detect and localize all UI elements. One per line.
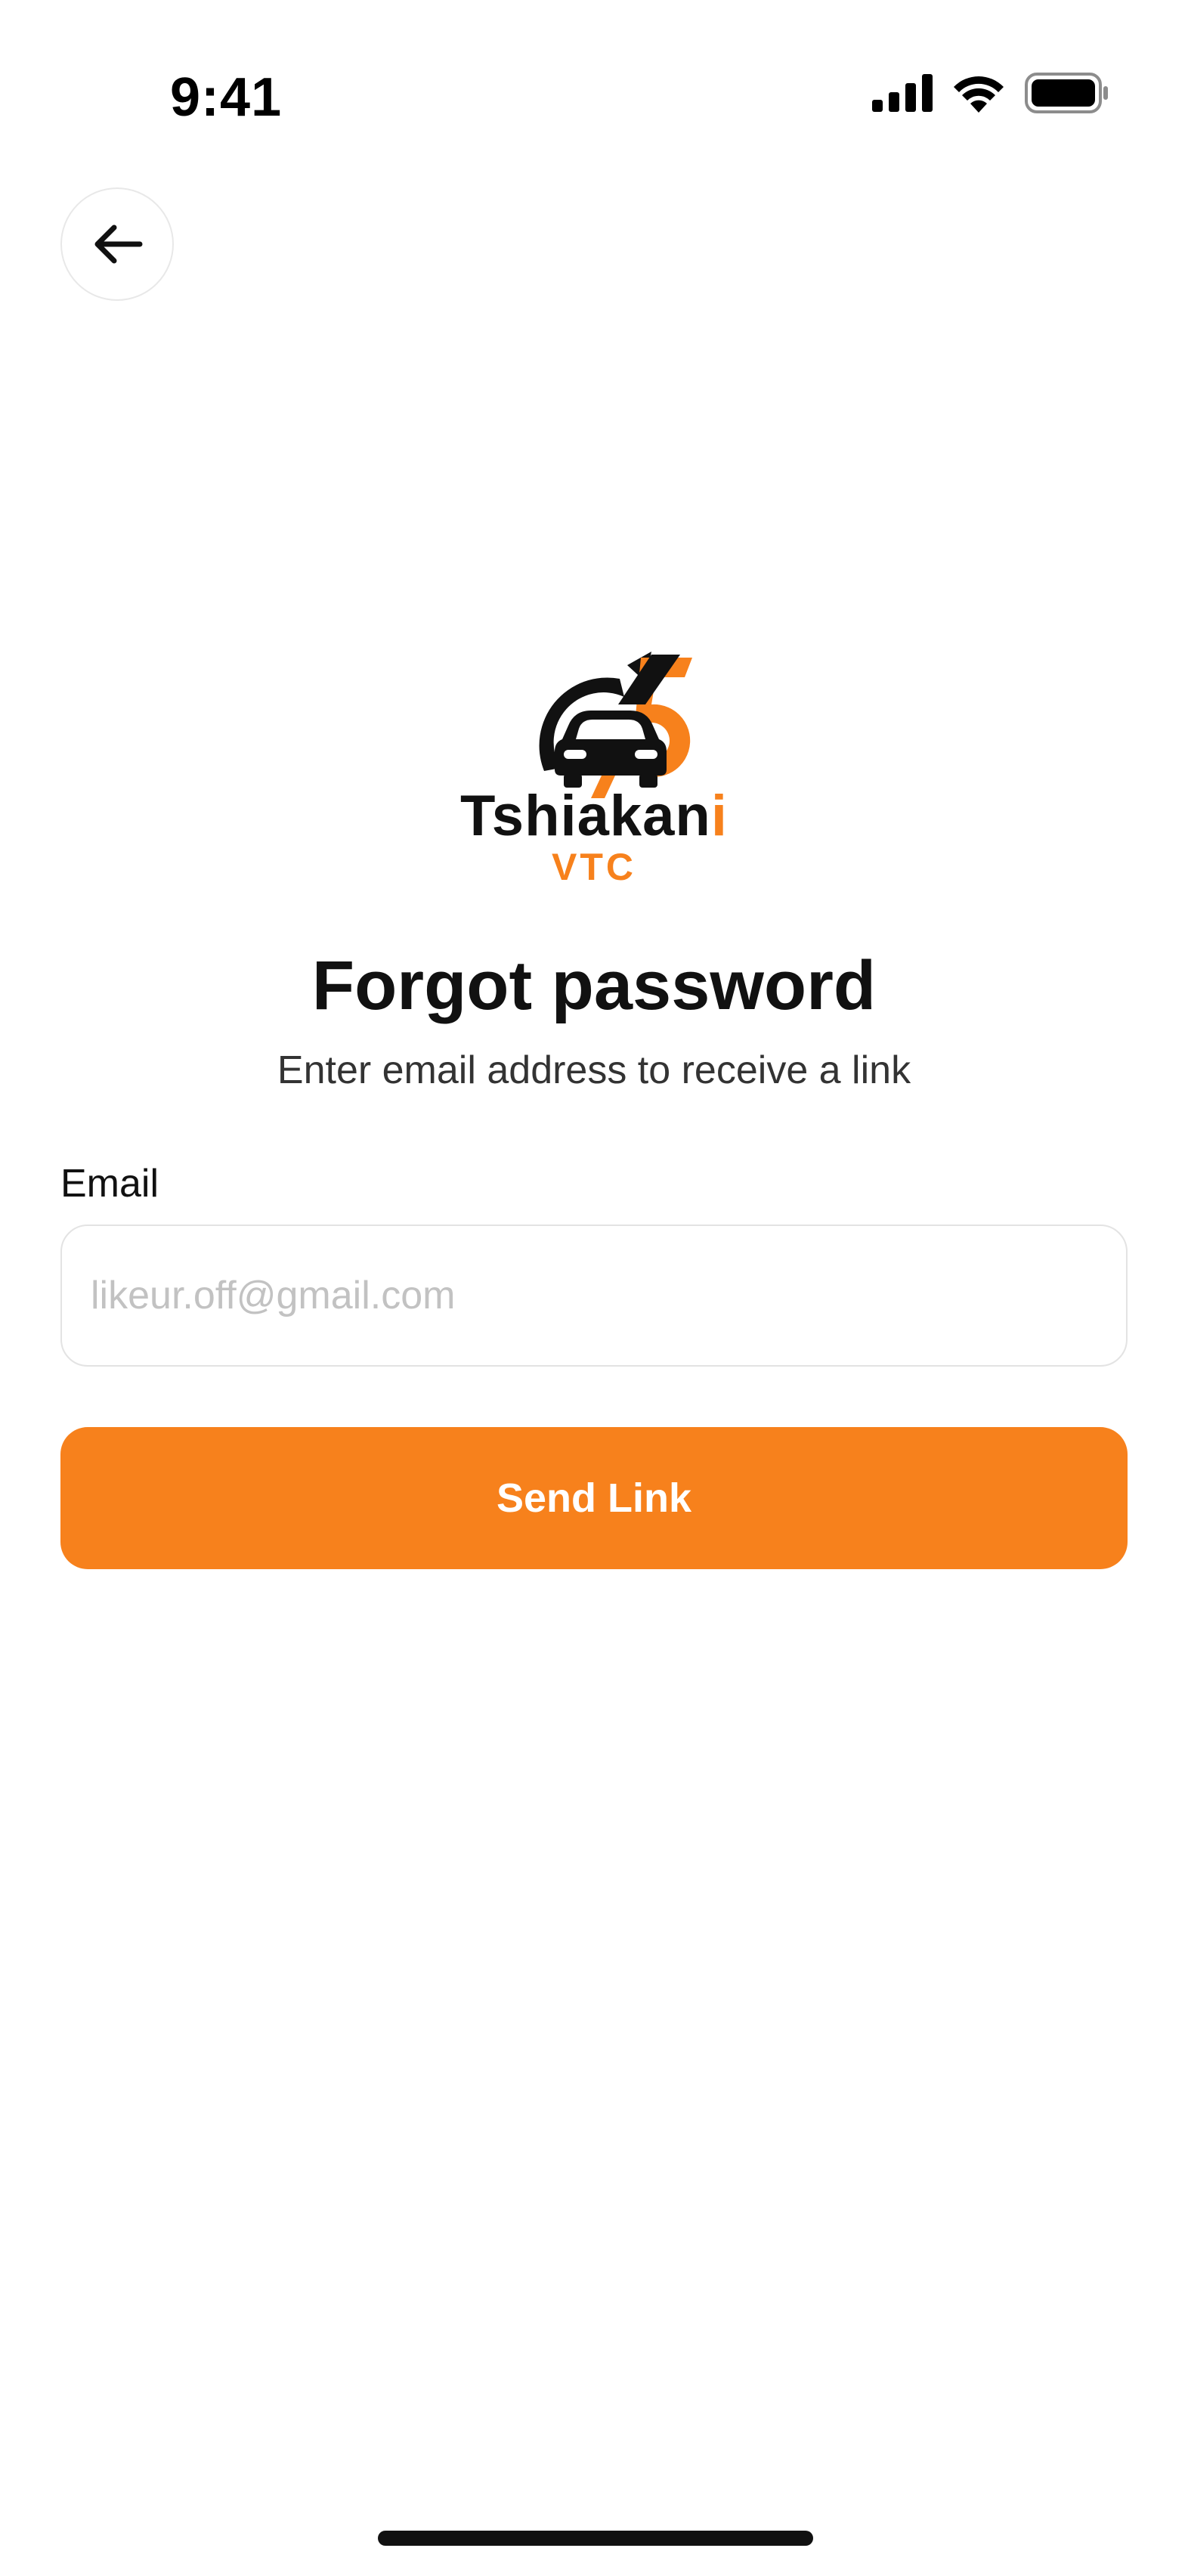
status-bar: 9:41 — [0, 0, 1188, 151]
page-subtitle: Enter email address to receive a link — [277, 1048, 911, 1092]
battery-icon — [1025, 73, 1108, 113]
brand-name-accent: i — [710, 784, 728, 848]
email-label: Email — [60, 1162, 159, 1206]
status-time: 9:41 — [170, 67, 283, 128]
send-link-button[interactable]: Send Link — [60, 1427, 1128, 1569]
wifi-icon — [954, 76, 1004, 113]
brand-name-main: Tshiakan — [460, 784, 711, 848]
email-input[interactable] — [60, 1225, 1128, 1367]
arrow-left-icon — [94, 224, 143, 264]
status-icons — [872, 73, 1109, 113]
page-title: Forgot password — [311, 947, 877, 1024]
back-button[interactable] — [60, 187, 174, 301]
home-indicator — [378, 2531, 813, 2546]
brand-subtitle: VTC — [552, 846, 636, 888]
brand-name: Tshiakani — [0, 783, 1188, 849]
cellular-signal-icon — [872, 74, 933, 112]
